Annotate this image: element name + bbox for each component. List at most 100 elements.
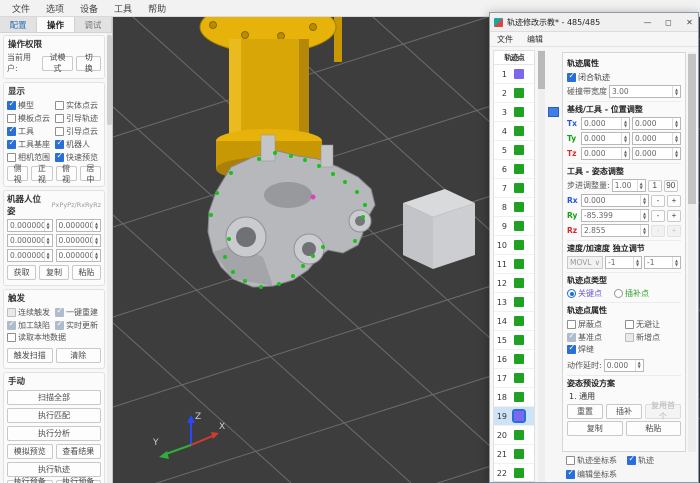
properties-scrollbar[interactable]	[688, 52, 696, 452]
checkbox-轨迹[interactable]: 轨迹	[627, 454, 654, 466]
menu-tools[interactable]: 工具	[106, 1, 140, 16]
button-执行分析[interactable]: 执行分析	[7, 426, 101, 441]
trajectory-point-row-20[interactable]: 20	[494, 426, 534, 445]
teach-titlebar[interactable]: 轨迹修改示教* - 485/485 — ◻ ✕	[490, 13, 698, 32]
button-俯视[interactable]: 俯视	[56, 166, 77, 181]
accel-spinner[interactable]: -1▲▼	[644, 256, 681, 269]
trajectory-point-row-15[interactable]: 15	[494, 331, 534, 350]
spinner-arrows-icon[interactable]: ▲▼	[44, 220, 52, 231]
checkbox-加工缺陷[interactable]: 加工缺陷	[7, 319, 53, 331]
spinner-arrows-icon[interactable]: ▲▼	[640, 225, 648, 236]
spinner[interactable]: 0.000▲▼	[581, 194, 649, 207]
trajectory-point-row-14[interactable]: 14	[494, 312, 534, 331]
trajectory-point-row-11[interactable]: 11	[494, 255, 534, 274]
delay-spinner[interactable]: 0.000▲▼	[604, 359, 644, 372]
spinner[interactable]: 0.000000▲▼	[56, 219, 102, 232]
checkbox-轨迹坐标系[interactable]: 轨迹坐标系	[566, 454, 617, 466]
spinner[interactable]: 0.000▲▼	[581, 117, 630, 130]
trajectory-point-row-7[interactable]: 7	[494, 179, 534, 198]
spinner[interactable]: 0.000000▲▼	[7, 234, 53, 247]
spinner[interactable]: 0.000▲▼	[632, 147, 681, 160]
button-查看结果[interactable]: 查看结果	[56, 444, 102, 459]
increment-button[interactable]: +	[667, 195, 681, 207]
close-button[interactable]: ✕	[681, 15, 698, 30]
spinner-arrows-icon[interactable]: ▲▼	[633, 257, 641, 268]
spinner-arrows-icon[interactable]: ▲▼	[672, 133, 680, 144]
key-point-radio[interactable]: 关键点	[567, 288, 602, 299]
button-粘贴[interactable]: 粘贴	[72, 265, 101, 280]
trajectory-point-row-8[interactable]: 8	[494, 198, 534, 217]
button-居中[interactable]: 居中	[80, 166, 101, 181]
trajectory-point-row-9[interactable]: 9	[494, 217, 534, 236]
button-执行轨迹[interactable]: 执行轨迹	[7, 462, 101, 477]
checkbox-引导点云[interactable]: 引导点云	[55, 125, 101, 137]
button-执行匹配[interactable]: 执行匹配	[7, 408, 101, 423]
checkbox-模型[interactable]: 模型	[7, 99, 53, 111]
checkbox-基准点[interactable]: 基准点	[567, 331, 623, 343]
button-复制[interactable]: 复制	[39, 265, 68, 280]
trajectory-point-row-18[interactable]: 18	[494, 388, 534, 407]
spinner-arrows-icon[interactable]: ▲▼	[672, 86, 680, 97]
spinner[interactable]: 0.000000▲▼	[56, 234, 102, 247]
button-执行预备点[interactable]: 执行预备点	[56, 480, 102, 483]
spinner-arrows-icon[interactable]: ▲▼	[672, 118, 680, 129]
spinner-arrows-icon[interactable]: ▲▼	[92, 220, 100, 231]
button-正视[interactable]: 正视	[31, 166, 52, 181]
menu-help[interactable]: 帮助	[140, 1, 174, 16]
spinner[interactable]: -85.399▲▼	[581, 209, 649, 222]
step-spinner[interactable]: 1.00▲▼	[612, 179, 646, 192]
spinner-arrows-icon[interactable]: ▲▼	[640, 210, 648, 221]
checkbox-屏蔽点[interactable]: 屏蔽点	[567, 318, 623, 330]
button-重置[interactable]: 重置	[567, 404, 603, 419]
checkbox-连续触发[interactable]: 连续触发	[7, 306, 53, 318]
band-width-spinner[interactable]: 3.00▲▼	[609, 85, 681, 98]
increment-button[interactable]: +	[667, 210, 681, 222]
mode-button[interactable]: 试模式	[42, 56, 74, 71]
teach-menu-file[interactable]: 文件	[490, 34, 520, 45]
trajectory-point-row-5[interactable]: 5	[494, 141, 534, 160]
spinner-arrows-icon[interactable]: ▲▼	[92, 250, 100, 261]
spinner[interactable]: 2.855▲▼	[581, 224, 649, 237]
trajectory-point-row-17[interactable]: 17	[494, 369, 534, 388]
button-扫描全部[interactable]: 扫描全部	[7, 390, 101, 405]
checkbox-无避让[interactable]: 无避让	[625, 318, 681, 330]
checkbox-相机范围[interactable]: 相机范围	[7, 151, 53, 163]
step-quick-1-button[interactable]: 1	[648, 180, 662, 192]
trajectory-point-row-4[interactable]: 4	[494, 122, 534, 141]
spinner-arrows-icon[interactable]: ▲▼	[44, 250, 52, 261]
checkbox-工具基座[interactable]: 工具基座	[7, 138, 53, 150]
checkbox-读取本地数据[interactable]: 读取本地数据	[7, 331, 66, 343]
panel-scrollbar[interactable]	[107, 33, 112, 483]
spinner[interactable]: 0.000▲▼	[581, 132, 630, 145]
point-list-scrollbar[interactable]	[538, 50, 545, 482]
trajectory-point-row-22[interactable]: 22	[494, 464, 534, 482]
button-模拟预览[interactable]: 模拟预览	[7, 444, 53, 459]
spinner[interactable]: 0.000▲▼	[632, 132, 681, 145]
trajectory-point-row-3[interactable]: 3	[494, 103, 534, 122]
decrement-button[interactable]: -	[651, 210, 665, 222]
tab-config[interactable]: 配置	[0, 17, 37, 32]
switch-user-button[interactable]: 切换	[76, 56, 101, 71]
speed-spinner[interactable]: -1▲▼	[605, 256, 642, 269]
checkbox-实体点云[interactable]: 实体点云	[55, 99, 101, 111]
button-获取[interactable]: 获取	[7, 265, 36, 280]
menu-devices[interactable]: 设备	[72, 1, 106, 16]
spinner[interactable]: 0.000000▲▼	[56, 249, 102, 262]
button-清除[interactable]: 清除	[56, 348, 102, 363]
button-复用首个[interactable]: 复用首个	[645, 404, 681, 419]
minimize-button[interactable]: —	[639, 15, 656, 30]
spinner-arrows-icon[interactable]: ▲▼	[621, 118, 629, 129]
spinner-arrows-icon[interactable]: ▲▼	[621, 148, 629, 159]
spinner[interactable]: 0.000▲▼	[632, 117, 681, 130]
decrement-button[interactable]: -	[651, 195, 665, 207]
increment-button[interactable]: +	[667, 225, 681, 237]
checkbox-新增点[interactable]: 新增点	[625, 331, 681, 343]
decrement-button[interactable]: -	[651, 225, 665, 237]
checkbox-一键重建[interactable]: 一键重建	[55, 306, 101, 318]
button-侧视[interactable]: 侧视	[7, 166, 28, 181]
trajectory-point-row-2[interactable]: 2	[494, 84, 534, 103]
spinner-arrows-icon[interactable]: ▲▼	[640, 195, 648, 206]
button-插补[interactable]: 插补	[606, 404, 642, 419]
spinner-arrows-icon[interactable]: ▲▼	[672, 257, 680, 268]
spinner-arrows-icon[interactable]: ▲▼	[672, 148, 680, 159]
